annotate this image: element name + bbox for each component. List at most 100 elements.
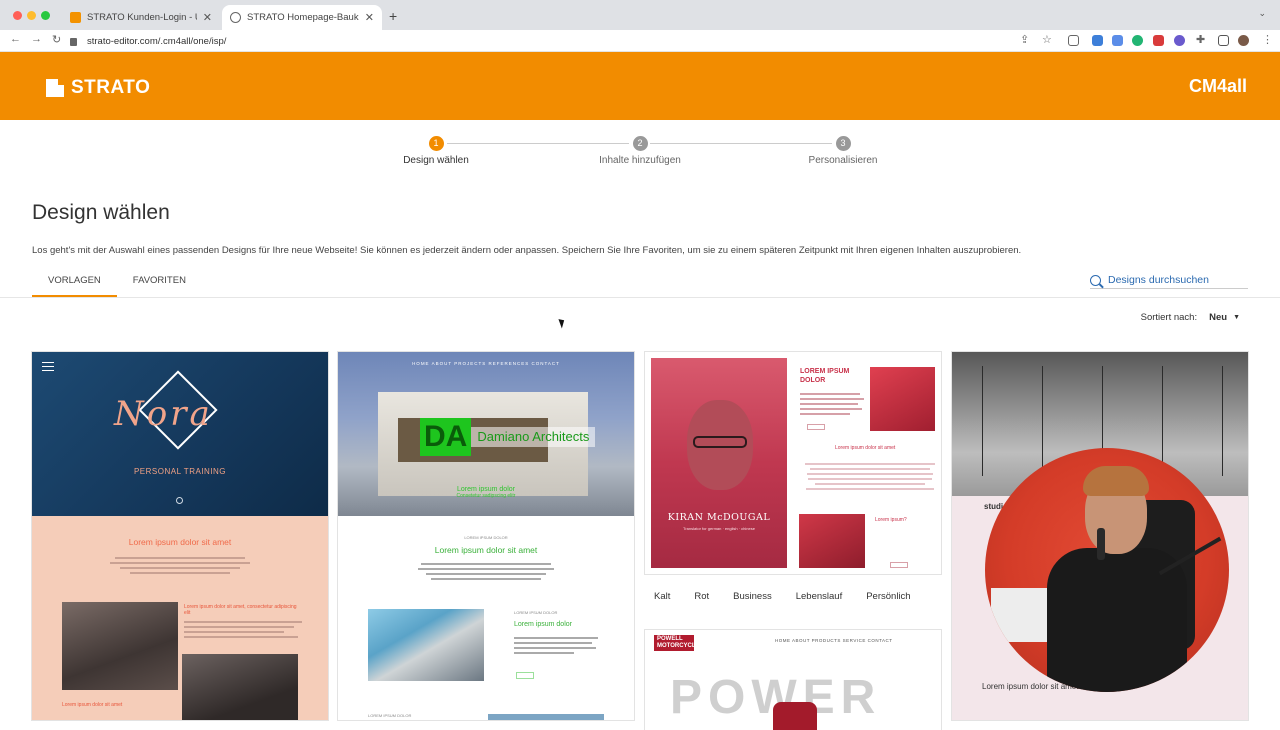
url-field[interactable]: strato-editor.com/.cm4all/one/isp/ bbox=[70, 32, 1014, 50]
share-icon[interactable]: ⇪ bbox=[1020, 33, 1029, 46]
tag-chip[interactable]: Business bbox=[724, 588, 781, 605]
search-icon bbox=[1090, 274, 1101, 286]
person-hair bbox=[1083, 466, 1149, 496]
extension-icon[interactable] bbox=[1092, 35, 1103, 46]
maximize-window-button[interactable] bbox=[41, 11, 50, 20]
minimize-window-button[interactable] bbox=[27, 11, 36, 20]
portrait-glasses bbox=[693, 436, 747, 448]
hero-script-text: Nora bbox=[114, 394, 213, 434]
template-image-workout bbox=[62, 602, 178, 690]
step-number: 2 bbox=[632, 136, 648, 151]
template-small-heading: Lorem ipsum dolor sit amet, consectetur … bbox=[184, 604, 297, 616]
template-nav: HOME ABOUT PROJECTS REFERENCES CONTACT bbox=[412, 361, 560, 366]
template-nav: HOME ABOUT PRODUCTS SERVICE CONTACT bbox=[775, 638, 893, 643]
template-button bbox=[890, 562, 908, 568]
step-number: 3 bbox=[835, 136, 851, 151]
template-logo: POWELL MOTORCYCLE bbox=[654, 635, 700, 651]
caret-down-icon: ▼ bbox=[1233, 314, 1240, 321]
tab-close-icon[interactable]: ✕ bbox=[365, 11, 374, 24]
scroll-indicator-icon bbox=[176, 497, 183, 504]
template-heading: Lorem ipsum dolor sit amet bbox=[434, 545, 538, 555]
template-card-powell[interactable]: POWELL MOTORCYCLE HOME ABOUT PRODUCTS SE… bbox=[645, 630, 941, 730]
sort-value: Neu bbox=[1209, 312, 1228, 323]
template-name: KIRAN McDOUGAL bbox=[667, 512, 771, 523]
cm4all-logo: CM4all bbox=[1188, 76, 1247, 96]
template-image-athlete bbox=[182, 654, 298, 720]
profile-avatar[interactable] bbox=[1238, 35, 1249, 46]
url-text: strato-editor.com/.cm4all/one/isp/ bbox=[87, 35, 227, 47]
tag-chip[interactable]: Lebenslauf bbox=[786, 588, 852, 605]
template-button bbox=[516, 672, 534, 679]
page-title: Design wählen bbox=[32, 201, 170, 224]
placeholder-text-lines bbox=[805, 460, 935, 493]
template-tag-list: Kalt Rot Business Lebenslauf Persönlich bbox=[645, 588, 926, 605]
tab-favoriten[interactable]: FAVORITEN bbox=[117, 271, 202, 297]
extensions-puzzle-icon[interactable]: ✚ bbox=[1196, 33, 1205, 46]
step-design: 1 Design wählen bbox=[356, 136, 516, 166]
bookmark-star-icon[interactable]: ☆ bbox=[1042, 33, 1052, 46]
step-number: 1 bbox=[428, 136, 444, 151]
extension-icon[interactable] bbox=[1174, 35, 1185, 46]
template-portrait: KIRAN McDOUGAL Translator for german · e… bbox=[651, 358, 787, 568]
close-window-button[interactable] bbox=[13, 11, 22, 20]
template-small-heading: Lorem ipsum dolor sit amet bbox=[62, 702, 123, 708]
motorcycle-image bbox=[773, 702, 817, 730]
window-frame bbox=[982, 366, 983, 476]
template-image bbox=[799, 514, 865, 568]
adblock-icon[interactable] bbox=[1153, 35, 1164, 46]
design-search[interactable]: Designs durchsuchen bbox=[1090, 272, 1248, 289]
forward-icon[interactable]: → bbox=[31, 33, 42, 45]
placeholder-text-lines bbox=[184, 618, 304, 641]
strato-logo-text: STRATO bbox=[71, 77, 151, 98]
logo-name: Damiano Architects bbox=[471, 427, 596, 447]
template-image bbox=[870, 367, 935, 431]
back-icon[interactable]: ← bbox=[10, 33, 21, 45]
template-hero-image: Nora PERSONAL TRAINING bbox=[32, 352, 328, 516]
strato-logo[interactable]: STRATO bbox=[46, 77, 150, 99]
tag-chip[interactable]: Kalt bbox=[645, 588, 680, 605]
extension-icon[interactable] bbox=[1132, 35, 1143, 46]
tab-close-icon[interactable]: ✕ bbox=[203, 11, 212, 24]
new-tab-button[interactable]: + bbox=[389, 8, 397, 24]
template-tagline: Lorem ipsum dolor Consetetur sadipscing … bbox=[338, 486, 634, 499]
template-hero-image: HOME ABOUT PROJECTS REFERENCES CONTACT D… bbox=[338, 352, 634, 516]
template-heading: Lorem ipsum dolor sit amet bbox=[128, 537, 232, 547]
tab-title: STRATO Kunden-Login - Über bbox=[87, 12, 197, 23]
template-small-label: LOREM IPSUM DOLOR bbox=[464, 535, 508, 540]
template-card-nora[interactable]: Nora PERSONAL TRAINING Lorem ipsum dolor… bbox=[32, 352, 328, 720]
microphone-icon bbox=[1097, 528, 1105, 560]
tab-title: STRATO Homepage-Baukasten bbox=[247, 12, 359, 23]
template-button bbox=[807, 424, 825, 430]
template-card-kiran[interactable]: KIRAN McDOUGAL Translator for german · e… bbox=[645, 352, 941, 574]
placeholder-text-lines bbox=[418, 560, 554, 583]
hamburger-menu-icon bbox=[42, 362, 54, 371]
logo-mark: DA bbox=[420, 418, 472, 456]
reload-icon[interactable]: ↻ bbox=[52, 33, 61, 46]
template-logo: DA Damiano Architects bbox=[420, 418, 596, 456]
template-subheading: Lorem ipsum dolor bbox=[514, 621, 572, 628]
template-line: Lorem ipsum? bbox=[875, 517, 907, 523]
tab-search-chevron-icon[interactable]: ⌄ bbox=[1258, 8, 1266, 19]
tag-chip[interactable]: Persönlich bbox=[857, 588, 920, 605]
extension-icon[interactable] bbox=[1112, 35, 1123, 46]
address-bar: ← → ↻ strato-editor.com/.cm4all/one/isp/… bbox=[0, 30, 1280, 52]
window-frame bbox=[1042, 366, 1043, 476]
extension-icon[interactable] bbox=[1068, 35, 1079, 46]
sort-label: Sortiert nach: bbox=[1140, 312, 1198, 323]
window-frame bbox=[1162, 366, 1163, 476]
browser-tabbar: STRATO Kunden-Login - Über ✕ STRATO Home… bbox=[0, 0, 1280, 30]
browser-menu-icon[interactable]: ⋮ bbox=[1262, 33, 1273, 46]
tab-vorlagen[interactable]: VORLAGEN bbox=[32, 271, 117, 297]
step-personalize: 3 Personalisieren bbox=[763, 136, 923, 166]
sidepanel-icon[interactable] bbox=[1218, 35, 1229, 46]
page-description: Los geht's mit der Auswahl eines passend… bbox=[32, 245, 1022, 256]
template-small-label: LOREM IPSUM DOLOR bbox=[514, 610, 558, 615]
window-frame bbox=[1222, 366, 1223, 476]
template-card-damiano[interactable]: HOME ABOUT PROJECTS REFERENCES CONTACT D… bbox=[338, 352, 634, 720]
browser-tab[interactable]: STRATO Kunden-Login - Über ✕ bbox=[62, 5, 220, 30]
browser-tab-active[interactable]: STRATO Homepage-Baukasten ✕ bbox=[222, 5, 382, 30]
tag-chip[interactable]: Rot bbox=[685, 588, 719, 605]
mouse-cursor-icon bbox=[558, 317, 567, 329]
sort-control[interactable]: Sortiert nach: Neu ▼ bbox=[1141, 312, 1240, 323]
strato-logo-mark-icon bbox=[46, 78, 65, 97]
